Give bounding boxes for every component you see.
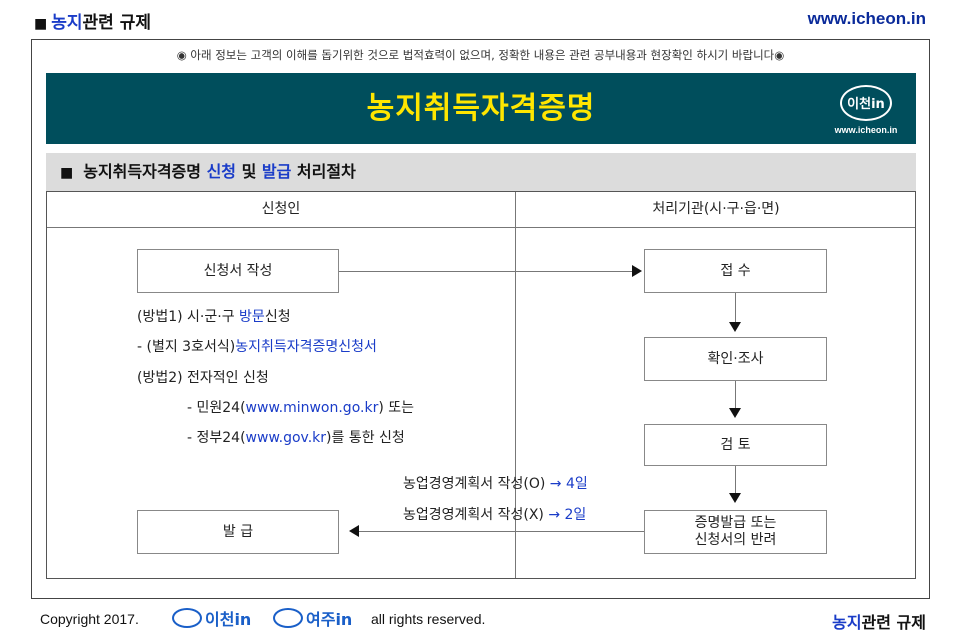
gov-link[interactable]: www.gov.kr bbox=[246, 430, 326, 446]
method-2-minwon-suffix: ) 또는 bbox=[378, 400, 415, 416]
title-rest: 관련 규제 bbox=[82, 13, 151, 33]
section-text-1: 농지취득자격증명 bbox=[83, 162, 207, 181]
section-heading: ■ 농지취득자격증명 신청 및 발급 처리절차 bbox=[46, 153, 916, 191]
duration-2-days: → 2일 bbox=[548, 507, 587, 523]
title-banner: 농지취득자격증명 이천in www.icheon.in bbox=[46, 73, 916, 144]
arrow-right-icon bbox=[632, 265, 642, 277]
duration-2-label: 농업경영계획서 작성(X) bbox=[403, 507, 549, 523]
footer-category: 농지관련 규제 bbox=[832, 609, 926, 633]
method-1: (방법1) 시·군·구 방문신청 bbox=[137, 306, 291, 326]
duration-with-plan: 농업경영계획서 작성(O) → 4일 bbox=[403, 473, 588, 493]
page-title: ■ 농지관련 규제 bbox=[34, 8, 151, 33]
content-frame: ◉ 아래 정보는 고객의 이해를 돕기위한 것으로 법적효력이 없으며, 정확한… bbox=[31, 39, 930, 599]
arrow-down-icon bbox=[729, 493, 741, 503]
arrow-down-icon bbox=[729, 408, 741, 418]
title-highlight: 농지 bbox=[51, 13, 83, 33]
result-to-issue-line bbox=[359, 531, 644, 532]
icheon-logo[interactable]: 이천in www.icheon.in bbox=[824, 79, 908, 141]
apply-form-box: 신청서 작성 bbox=[137, 249, 339, 293]
yeoju-logo-icon bbox=[273, 608, 303, 628]
footer-logo-yeoju-text: 여주in bbox=[306, 610, 353, 629]
receive-to-check-line bbox=[735, 293, 736, 323]
section-text-3: 및 bbox=[236, 162, 262, 181]
duration-1-label: 농업경영계획서 작성(O) bbox=[403, 476, 550, 492]
duration-without-plan: 농업경영계획서 작성(X) → 2일 bbox=[403, 504, 586, 524]
section-text-issue: 발급 bbox=[261, 162, 292, 181]
section-text-apply: 신청 bbox=[206, 162, 237, 181]
logo-text: 이천in bbox=[847, 97, 885, 112]
footer-category-highlight: 농지 bbox=[832, 613, 862, 632]
minwon-link[interactable]: www.minwon.go.kr bbox=[246, 400, 379, 416]
footer-logo-icheon[interactable]: 이천in bbox=[172, 604, 251, 632]
review-box: 검 토 bbox=[644, 424, 827, 466]
section-bullet: ■ bbox=[60, 165, 74, 181]
result-box: 증명발급 또는 신청서의 반려 bbox=[644, 510, 827, 554]
title-bullet: ■ bbox=[34, 16, 48, 32]
result-line-1: 증명발급 또는 bbox=[694, 515, 777, 531]
method-2: (방법2) 전자적인 신청 bbox=[137, 370, 269, 386]
review-to-result-line bbox=[735, 466, 736, 494]
method-1-visit: 방문 bbox=[239, 309, 265, 325]
header-divider bbox=[47, 227, 915, 228]
method-2-gov-suffix: )를 통한 신청 bbox=[326, 430, 405, 446]
footer-logo-icheon-text: 이천in bbox=[205, 610, 252, 629]
method-1-form-prefix: - (별지 3호서식) bbox=[137, 339, 236, 355]
method-2-minwon-prefix: - 민원24( bbox=[187, 400, 246, 416]
process-table: 신청인 처리기관(시·구·읍·면) 신청서 작성 접 수 확인·조사 검 토 증… bbox=[46, 191, 916, 579]
check-box: 확인·조사 bbox=[644, 337, 827, 381]
footer-logo-yeoju[interactable]: 여주in bbox=[273, 604, 352, 632]
method-2-minwon: - 민원24(www.minwon.go.kr) 또는 bbox=[187, 397, 414, 417]
section-text-5: 처리절차 bbox=[291, 162, 356, 181]
apply-to-receive-line bbox=[339, 271, 633, 272]
icheon-logo-icon bbox=[172, 608, 202, 628]
method-1-prefix: (방법1) 시·군·구 bbox=[137, 309, 240, 325]
method-1-form: - (별지 3호서식)농지취득자격증명신청서 bbox=[137, 336, 377, 356]
method-1-suffix: 신청 bbox=[264, 309, 291, 325]
arrow-down-icon bbox=[729, 322, 741, 332]
footer-category-rest: 관련 규제 bbox=[861, 613, 926, 632]
column-header-applicant: 신청인 bbox=[261, 201, 301, 217]
result-line-2: 신청서의 반려 bbox=[694, 532, 777, 548]
column-header-agency: 처리기관(시·구·읍·면) bbox=[652, 201, 780, 217]
issue-box: 발 급 bbox=[137, 510, 339, 554]
check-to-review-line bbox=[735, 381, 736, 409]
footer-rights: all rights reserved. bbox=[371, 611, 486, 627]
disclaimer-notice: ◉ 아래 정보는 고객의 이해를 돕기위한 것으로 법적효력이 없으며, 정확한… bbox=[176, 48, 785, 62]
arrow-left-icon bbox=[349, 525, 359, 537]
duration-1-days: → 4일 bbox=[549, 476, 588, 492]
method-1-form-name: 농지취득자격증명신청서 bbox=[235, 339, 377, 355]
receive-box: 접 수 bbox=[644, 249, 827, 293]
site-url-link[interactable]: www.icheon.in bbox=[808, 9, 926, 29]
footer-copyright: Copyright 2017. bbox=[40, 611, 139, 627]
logo-url: www.icheon.in bbox=[834, 125, 898, 135]
method-2-gov: - 정부24(www.gov.kr)를 통한 신청 bbox=[187, 427, 405, 447]
method-2-gov-prefix: - 정부24( bbox=[187, 430, 246, 446]
banner-title: 농지취득자격증명 bbox=[366, 91, 596, 126]
